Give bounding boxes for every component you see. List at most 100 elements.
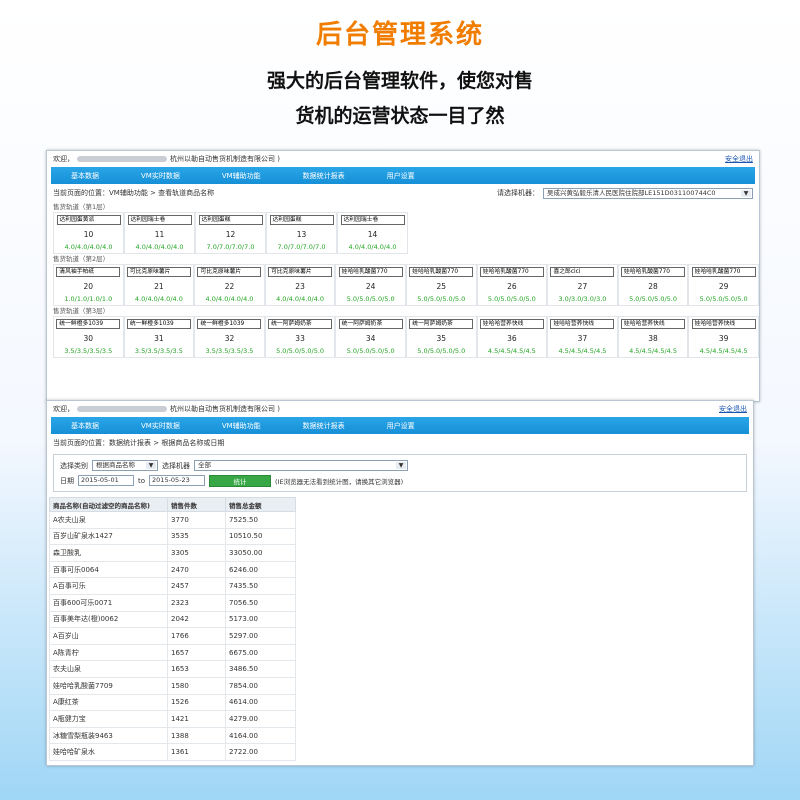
breadcrumb: 当前页面的位置：VM辅助功能 > 查看轨道商品名称 bbox=[53, 189, 215, 197]
product-name-input[interactable]: 娃哈哈营养快线 bbox=[550, 319, 615, 329]
product-name-input[interactable]: 娃哈哈营养快线 bbox=[621, 319, 686, 329]
date-to-input[interactable]: 2015-05-23 bbox=[149, 475, 206, 486]
track-cell: 娃哈哈营养快线 37 4.5/4.5/4.5/4.5 bbox=[547, 316, 618, 358]
product-name-input[interactable]: 娃哈哈乳酸菌770 bbox=[338, 267, 403, 277]
date-to-label: to bbox=[138, 476, 146, 485]
cell-sales-amount: 7525.50 bbox=[225, 511, 296, 529]
nav-item[interactable]: 基本数据 bbox=[71, 421, 99, 431]
nav-item[interactable]: 数据统计报表 bbox=[303, 421, 345, 431]
track-cell: 清风袖手帕纸 20 1.0/1.0/1.0/1.0 bbox=[53, 264, 124, 306]
product-name-input[interactable]: 娃哈哈营养快线 bbox=[691, 319, 756, 329]
top-bar: 欢迎， 杭州以勒自动售货机制造有限公司 ) 安全退出 bbox=[47, 401, 753, 417]
track-prices: 4.0/4.0/4.0/4.0 bbox=[64, 243, 113, 251]
track-number: 33 bbox=[295, 333, 305, 343]
track-number: 13 bbox=[296, 229, 307, 239]
cell-sales-amount: 6675.00 bbox=[225, 643, 296, 662]
chevron-down-icon: ▼ bbox=[741, 189, 751, 197]
cell-product-name: 百事600可乐0071 bbox=[49, 593, 168, 612]
welcome-text: 欢迎， 杭州以勒自动售货机制造有限公司 ) bbox=[53, 155, 280, 163]
cell-sales-amount: 7056.50 bbox=[225, 593, 296, 612]
cell-product-name: 百事可乐0064 bbox=[49, 560, 168, 579]
product-name-input[interactable]: 统一鲜橙多1039 bbox=[56, 319, 121, 329]
nav-item[interactable]: 用户设置 bbox=[387, 421, 415, 431]
cell-product-name: 冰糖雪梨瓶装9463 bbox=[49, 726, 168, 745]
track-prices: 4.5/4.5/4.5/4.5 bbox=[699, 347, 748, 355]
stat-button[interactable]: 统计 bbox=[209, 474, 272, 487]
product-name-input[interactable]: 达利园瑞士卷 bbox=[340, 215, 405, 225]
track-prices: 5.0/5.0/5.0/5.0 bbox=[346, 295, 395, 303]
track-prices: 4.5/4.5/4.5/4.5 bbox=[558, 347, 607, 355]
hero-title: 后台管理系统 bbox=[315, 20, 484, 50]
nav-item[interactable]: VM辅助功能 bbox=[222, 171, 261, 181]
cell-product-name: A百事可乐 bbox=[49, 577, 168, 595]
machine-label: 选择机器 bbox=[162, 461, 190, 470]
product-name-input[interactable]: 统一阿萨姆奶茶 bbox=[268, 319, 333, 329]
track-cell: 可比克原味薯片 22 4.0/4.0/4.0/4.0 bbox=[194, 264, 265, 306]
chevron-down-icon: ▼ bbox=[146, 462, 156, 469]
track-number: 22 bbox=[224, 281, 235, 291]
filter-panel: 选择类别 根据商品名称 ▼ 选择机器 全部 ▼ 日期 2015-05-01 to… bbox=[53, 454, 747, 492]
category-select[interactable]: 根据商品名称 ▼ bbox=[92, 460, 158, 471]
welcome-text: 欢迎， 杭州以勒自动售货机制造有限公司 ) bbox=[53, 405, 280, 413]
track-number: 10 bbox=[83, 229, 94, 239]
product-name-input[interactable]: 达利园蛋糕 bbox=[198, 215, 263, 225]
product-name-input[interactable]: 可比克原味薯片 bbox=[197, 267, 262, 277]
product-name-input[interactable]: 统一鲜橙多1039 bbox=[197, 319, 262, 329]
product-name-input[interactable]: 娃哈哈营养快线 bbox=[479, 319, 544, 329]
product-name-input[interactable]: 娃哈哈乳酸菌770 bbox=[621, 267, 686, 277]
nav-item[interactable]: VM辅助功能 bbox=[222, 421, 261, 431]
track-prices: 4.0/4.0/4.0/4.0 bbox=[205, 295, 254, 303]
date-from-input[interactable]: 2015-05-01 bbox=[78, 475, 134, 486]
cell-product-name: A陈青柠 bbox=[49, 643, 168, 662]
product-name-input[interactable]: 达利园瑞士卷 bbox=[127, 215, 192, 225]
nav-item[interactable]: 用户设置 bbox=[387, 171, 415, 181]
table-row: A农夫山泉 3770 7525.50 bbox=[49, 511, 296, 529]
logout-link[interactable]: 安全退出 bbox=[719, 404, 747, 414]
machine-select[interactable]: 全部 ▼ bbox=[194, 460, 408, 471]
cell-sales-amount: 33050.00 bbox=[225, 544, 296, 562]
track-number: 27 bbox=[577, 281, 588, 291]
cell-product-name: 娃哈哈矿泉水 bbox=[49, 743, 168, 761]
track-prices: 5.0/5.0/5.0/5.0 bbox=[417, 347, 466, 355]
track-cell: 达利园蛋糕 13 7.0/7.0/7.0/7.0 bbox=[266, 212, 337, 254]
cell-sales-amount: 5173.00 bbox=[225, 610, 296, 629]
product-name-input[interactable]: 可比克原味薯片 bbox=[126, 267, 191, 277]
nav-item[interactable]: VM实时数据 bbox=[141, 421, 180, 431]
track-prices: 1.0/1.0/1.0/1.0 bbox=[64, 295, 113, 303]
track-number: 24 bbox=[365, 281, 376, 291]
logout-link[interactable]: 安全退出 bbox=[725, 154, 753, 164]
product-name-input[interactable]: 达利园蛋黄派 bbox=[56, 215, 121, 225]
machine-select[interactable]: 吴成兴黄弘毅乐清人民医院住院部LE151D031100744C0 ▼ bbox=[543, 187, 753, 199]
table-row: 森卫酸乳 3305 33050.00 bbox=[49, 544, 296, 562]
table-row: 娃哈哈矿泉水 1361 2722.00 bbox=[49, 743, 296, 761]
nav-item[interactable]: VM实时数据 bbox=[141, 171, 180, 181]
track-number: 34 bbox=[365, 333, 376, 343]
product-name-input[interactable]: 统一阿萨姆奶茶 bbox=[338, 319, 403, 329]
track-cell: 可比克原味薯片 23 4.0/4.0/4.0/4.0 bbox=[264, 264, 336, 306]
col-header-count: 销售件数 bbox=[167, 497, 226, 512]
track-number: 26 bbox=[507, 281, 517, 291]
nav-item[interactable]: 基本数据 bbox=[71, 171, 99, 181]
product-name-input[interactable]: 喜之郎cici bbox=[550, 267, 615, 277]
product-name-input[interactable]: 达利园蛋糕 bbox=[269, 215, 334, 225]
track-prices: 5.0/5.0/5.0/5.0 bbox=[629, 295, 677, 303]
product-name-input[interactable]: 统一鲜橙多1039 bbox=[126, 319, 191, 329]
track-number: 21 bbox=[154, 281, 164, 291]
product-name-input[interactable]: 统一阿萨姆奶茶 bbox=[409, 319, 474, 329]
product-name-input[interactable]: 娃哈哈乳酸菌770 bbox=[409, 267, 474, 277]
nav-item[interactable]: 数据统计报表 bbox=[303, 171, 345, 181]
track-cell: 统一鲜橙多1039 31 3.5/3.5/3.5/3.5 bbox=[123, 316, 195, 358]
product-name-input[interactable]: 清风袖手帕纸 bbox=[56, 267, 121, 277]
table-row: A百岁山 1766 5297.00 bbox=[49, 627, 296, 645]
date-label: 日期 bbox=[60, 476, 74, 485]
product-name-input[interactable]: 娃哈哈乳酸菌770 bbox=[691, 267, 756, 277]
track-prices: 4.0/4.0/4.0/4.0 bbox=[348, 243, 397, 251]
cell-sales-amount: 5297.00 bbox=[225, 627, 296, 645]
cell-sales-count: 1421 bbox=[167, 710, 226, 728]
track-number: 32 bbox=[224, 333, 235, 343]
track-prices: 4.5/4.5/4.5/4.5 bbox=[629, 347, 677, 355]
product-name-input[interactable]: 娃哈哈乳酸菌770 bbox=[479, 267, 544, 277]
table-row: 百事可乐0064 2470 6246.00 bbox=[49, 560, 296, 579]
track-prices: 5.0/5.0/5.0/5.0 bbox=[417, 295, 466, 303]
product-name-input[interactable]: 可比克原味薯片 bbox=[268, 267, 333, 277]
